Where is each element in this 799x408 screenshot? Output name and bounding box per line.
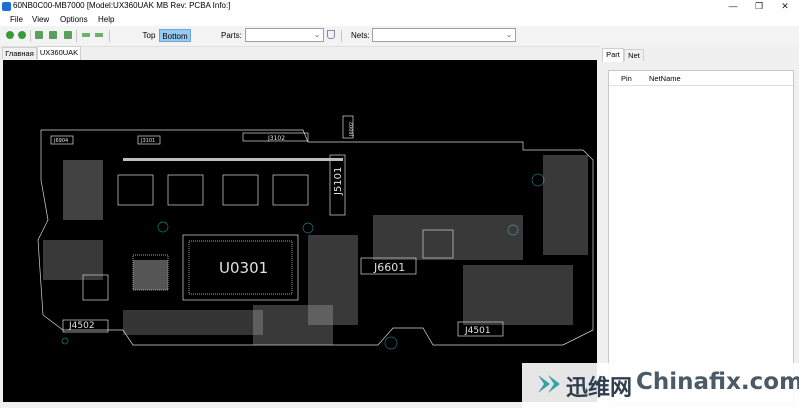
board-label: U0301 [219, 259, 268, 277]
tab-ux360uak[interactable]: UX360UAK [37, 46, 81, 60]
via [384, 336, 398, 350]
memory-chip [167, 174, 204, 206]
toolbar-separator [76, 30, 77, 42]
column-header-netname[interactable]: NetName [649, 74, 681, 83]
parts-label: Parts: [221, 31, 242, 40]
toolbar: Top Bottom Parts: ⌄ Nets: ⌄ [0, 26, 799, 47]
component-field [463, 265, 573, 325]
restore-button[interactable]: ❐ [746, 0, 772, 13]
back-icon[interactable] [82, 33, 90, 37]
component-field [133, 260, 168, 290]
parts-combo[interactable]: ⌄ [245, 28, 324, 42]
minimize-button[interactable]: — [720, 0, 746, 13]
pcb-layout[interactable]: U0301 J6601 J5101 J4502 J4501 J3102 J690… [3, 60, 597, 402]
board-label: J5101 [333, 167, 344, 196]
window-title: 60NB0C00-MB7000 [Model:UX360UAK MB Rev: … [13, 1, 231, 10]
part-net-panel: Part Net Pin NetName [600, 46, 799, 408]
board-label: J3101 [140, 138, 155, 144]
component-row [123, 158, 343, 161]
nets-combo[interactable]: ⌄ [372, 28, 516, 42]
board-label: J4502 [68, 321, 95, 331]
forward-icon[interactable] [95, 33, 103, 37]
menu-options[interactable]: Options [60, 15, 88, 24]
tab-home[interactable]: Главная [2, 47, 37, 59]
board-label: J6002 [349, 122, 355, 137]
zoom-in-icon[interactable] [6, 31, 14, 39]
menu-file[interactable]: File [10, 15, 23, 24]
memory-chip [117, 174, 154, 206]
clear-filter-icon[interactable] [327, 30, 335, 39]
via [61, 337, 69, 345]
watermark: 迅维网 Chinafix.com [522, 363, 799, 408]
component-field [253, 305, 333, 345]
zoom-area-icon[interactable] [49, 31, 57, 39]
column-header-pin[interactable]: Pin [621, 74, 632, 83]
component-field [43, 240, 103, 280]
via [302, 222, 314, 234]
zoom-fit-icon[interactable] [35, 31, 43, 39]
board-label: J6601 [373, 261, 405, 274]
component-field [63, 160, 103, 220]
menu-view[interactable]: View [32, 15, 49, 24]
nets-label: Nets: [351, 31, 370, 40]
chevron-down-icon: ⌄ [314, 32, 320, 39]
zoom-out-icon[interactable] [18, 31, 26, 39]
board-label: J4501 [464, 326, 491, 336]
chevron-down-icon: ⌄ [506, 32, 512, 39]
toolbar-separator [30, 30, 31, 42]
table-header: Pin NetName [609, 71, 793, 86]
rotate-icon[interactable] [64, 31, 72, 39]
watermark-cn: 迅维网 [566, 376, 633, 401]
title-bar: 60NB0C00-MB7000 [Model:UX360UAK MB Rev: … [0, 0, 799, 13]
close-button[interactable]: ✕ [772, 0, 798, 13]
toolbar-separator [109, 30, 110, 42]
document-tabs: Главная UX360UAK [2, 46, 592, 60]
via [531, 173, 545, 187]
toolbar-separator [341, 30, 342, 42]
board-label: J3102 [267, 135, 285, 142]
bottom-side-button[interactable]: Bottom [159, 29, 191, 42]
menu-bar: File View Options Help [0, 13, 799, 26]
tab-net[interactable]: Net [624, 49, 644, 61]
board-canvas[interactable]: U0301 J6601 J5101 J4502 J4501 J3102 J690… [3, 60, 597, 402]
component-field [373, 215, 523, 260]
watermark-en: Chinafix.com [636, 369, 799, 395]
pin-net-table[interactable]: Pin NetName [608, 70, 794, 404]
chinafix-logo-icon [538, 375, 560, 393]
memory-chip [222, 174, 259, 206]
component-field [543, 155, 588, 255]
memory-chip [272, 174, 309, 206]
component-field [123, 310, 263, 335]
tab-part[interactable]: Part [602, 48, 624, 62]
menu-help[interactable]: Help [98, 15, 114, 24]
via [157, 221, 169, 233]
app-icon [2, 2, 11, 11]
board-label: J6904 [53, 138, 68, 144]
top-side-button[interactable]: Top [139, 29, 159, 42]
